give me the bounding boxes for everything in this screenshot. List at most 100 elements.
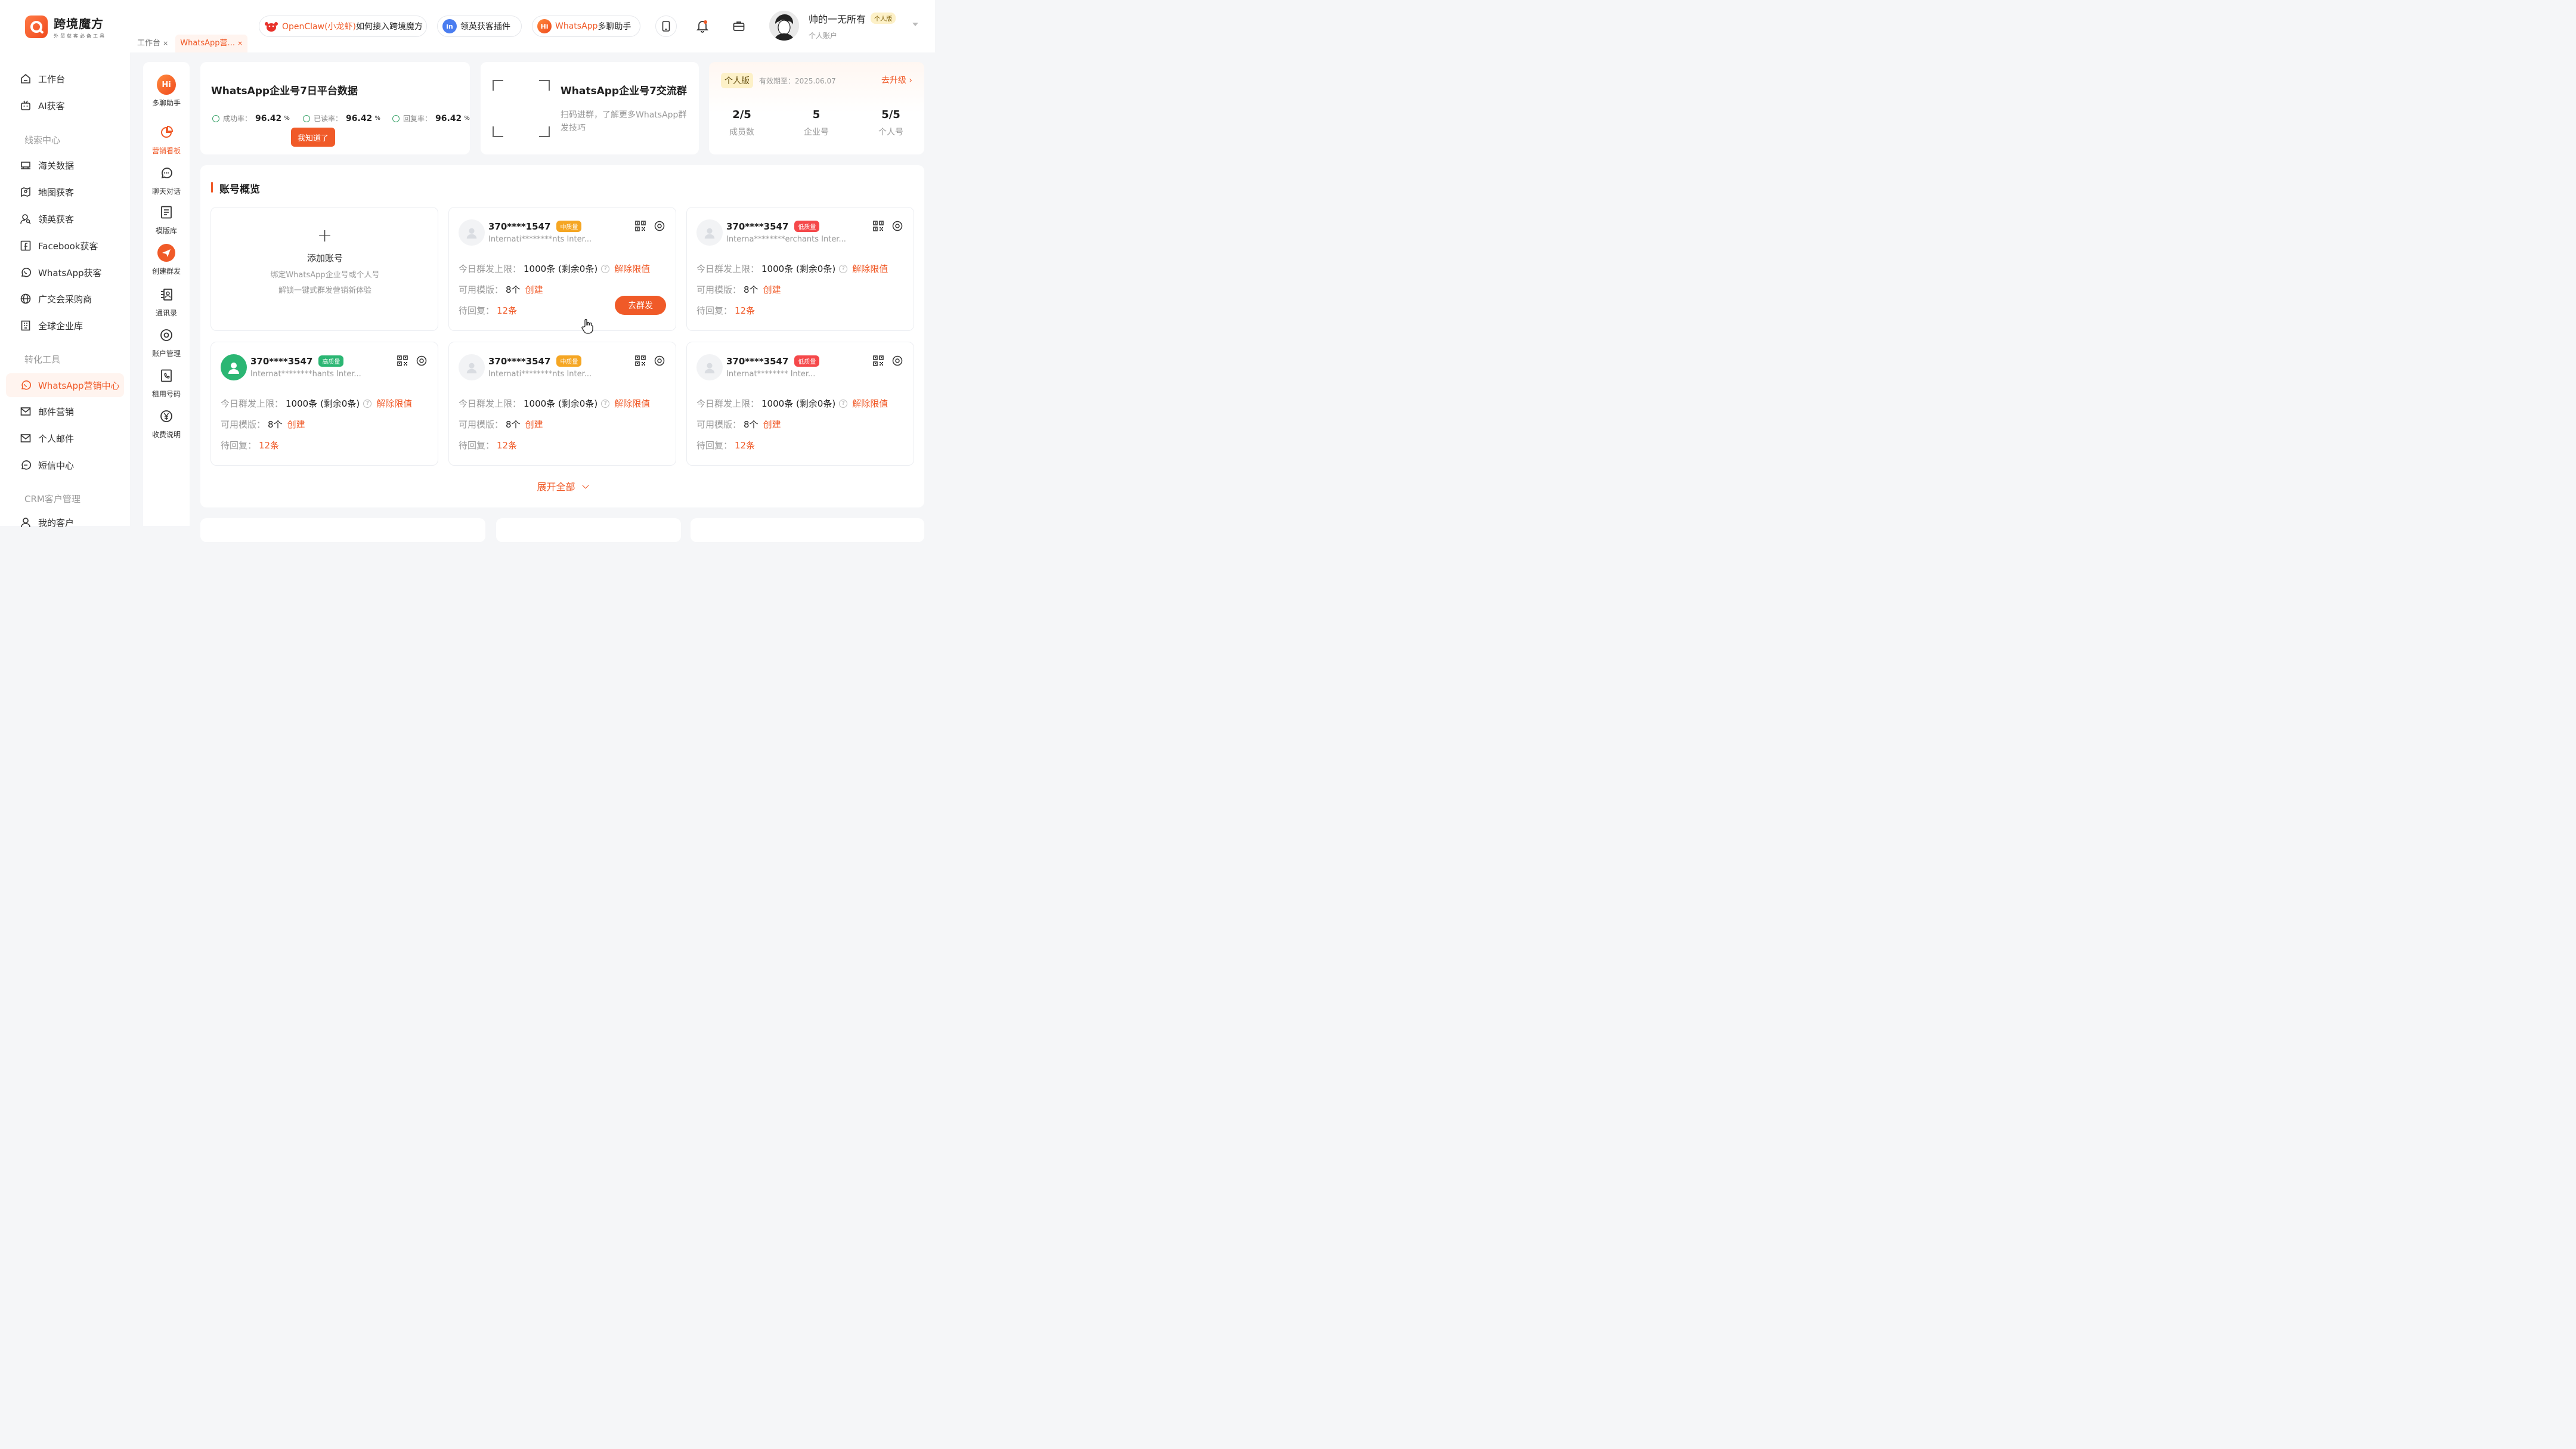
create-template-link[interactable]: 创建 — [525, 418, 543, 431]
subnav-chat[interactable]: 聊天对话 — [148, 163, 185, 196]
close-icon[interactable]: × — [163, 39, 168, 47]
pending-reply-row: 待回复： 12条 — [696, 304, 756, 317]
close-icon[interactable]: × — [237, 39, 243, 47]
sidebar-item-linkedin[interactable]: 领英获客 — [6, 207, 124, 231]
subnav-create-broadcast[interactable]: 创建群发 — [148, 243, 185, 276]
openclaw-guide-button[interactable]: OpenClaw(小龙虾) 如何接入跨境魔方 — [259, 16, 427, 37]
upgrade-link[interactable]: 去升级 › — [881, 74, 912, 86]
plan-badge: 个人版 — [871, 13, 896, 24]
qr-code-icon[interactable] — [635, 221, 646, 231]
account-phone: 370****3547 低质量 — [726, 355, 820, 367]
subnav-chat-assistant[interactable]: Hi 多聊助手 — [148, 75, 185, 108]
chevron-down-icon[interactable] — [912, 23, 918, 26]
add-account-card[interactable]: + 添加账号 绑定WhatsApp企业号或个人号 解锁一键式群发营销新体验 — [210, 207, 438, 331]
mobile-icon[interactable] — [655, 16, 677, 37]
sidebar-item-canton-fair[interactable]: 广交会采购商 — [6, 287, 124, 311]
qr-code-icon[interactable] — [873, 355, 884, 366]
group-qr-card: WhatsApp企业号7交流群 扫码进群，了解更多WhatsApp群发技巧 — [481, 62, 699, 154]
plan-badge: 个人版 — [721, 73, 753, 88]
subnav-contacts[interactable]: 通讯录 — [148, 285, 185, 318]
expand-all-button[interactable]: 展开全部 — [200, 479, 924, 493]
qr-code-icon[interactable] — [397, 355, 408, 366]
templates-row: 可用模版： 8个 创建 — [221, 418, 305, 431]
tab-workbench[interactable]: 工作台 × — [132, 35, 173, 52]
avatar — [696, 219, 723, 246]
sidebar-item-whatsapp-marketing[interactable]: WhatsApp营销中心 — [6, 373, 124, 397]
plan-card: 个人版 有效期至：2025.06.07 去升级 › 2/5 成员数 5 企业号 5/… — [709, 62, 924, 154]
sidebar-item-whatsapp[interactable]: WhatsApp获客 — [6, 261, 124, 284]
help-icon[interactable]: ? — [601, 264, 610, 273]
settings-icon[interactable] — [654, 355, 665, 366]
sidebar-item-ai[interactable]: AI获客 — [6, 94, 124, 117]
notification-bell-icon[interactable] — [692, 16, 713, 37]
pending-count[interactable]: 12条 — [259, 439, 279, 451]
settings-icon[interactable] — [892, 355, 903, 366]
sidebar-item-email-marketing[interactable]: 邮件营销 — [6, 400, 124, 423]
create-template-link[interactable]: 创建 — [287, 418, 305, 431]
sidebar-item-map[interactable]: 地图获客 — [6, 180, 124, 204]
bottom-card — [200, 518, 485, 542]
qr-code-icon[interactable] — [635, 355, 646, 366]
sidebar-item-workbench[interactable]: 工作台 — [6, 67, 124, 91]
unlock-limit-link[interactable]: 解除限值 — [376, 397, 412, 410]
pending-reply-row: 待回复： 12条 — [221, 439, 280, 451]
pending-count[interactable]: 12条 — [497, 439, 517, 451]
settings-icon[interactable] — [654, 221, 665, 231]
plus-icon: + — [317, 225, 333, 246]
pending-count[interactable]: 12条 — [735, 439, 755, 451]
user-menu[interactable]: 帅的一无所有 个人版 个人账户 — [769, 11, 896, 41]
pending-count[interactable]: 12条 — [497, 304, 517, 317]
help-icon[interactable]: ? — [363, 399, 372, 408]
hi-icon: Hi — [537, 19, 552, 33]
logo-icon — [25, 16, 48, 38]
subnav-rent-number[interactable]: 租用号码 — [148, 366, 185, 399]
help-icon[interactable]: ? — [601, 399, 610, 408]
tab-whatsapp-marketing[interactable]: WhatsApp营... × — [175, 35, 248, 52]
daily-limit-row: 今日群发上限： 1000条 (剩余0条)? 解除限值 — [696, 262, 888, 275]
create-template-link[interactable]: 创建 — [763, 283, 781, 296]
create-template-link[interactable]: 创建 — [525, 283, 543, 296]
account-type: 个人账户 — [809, 31, 838, 40]
unlock-limit-link[interactable]: 解除限值 — [614, 262, 650, 275]
toolbox-icon[interactable] — [728, 16, 750, 37]
unlock-limit-link[interactable]: 解除限值 — [852, 262, 888, 275]
plan-expiry: 有效期至：2025.06.07 — [759, 76, 836, 85]
account-card[interactable]: 370****3547 高质量 Internat********hants Int… — [210, 342, 438, 466]
account-phone: 370****1547 中质量 — [488, 221, 582, 232]
help-icon[interactable]: ? — [839, 264, 848, 273]
facebook-icon — [20, 240, 31, 251]
linkedin-plugin-button[interactable]: in 领英获客插件 — [437, 16, 522, 37]
account-organization: Interna********erchants Inter... — [726, 235, 846, 244]
unlock-limit-link[interactable]: 解除限值 — [852, 397, 888, 410]
help-icon[interactable]: ? — [839, 399, 848, 408]
whatsapp-assistant-button[interactable]: Hi WhatsApp 多聊助手 — [532, 16, 640, 37]
create-template-link[interactable]: 创建 — [763, 418, 781, 431]
account-card[interactable]: 370****3547 低质量 Internat******** Inter...… — [686, 342, 914, 466]
brand-logo[interactable]: 跨境魔方 外贸获客必备工具 — [25, 14, 106, 39]
sidebar-item-customs[interactable]: 海关数据 — [6, 153, 124, 177]
got-it-button[interactable]: 我知道了 — [291, 128, 335, 147]
pending-count[interactable]: 12条 — [735, 304, 755, 317]
sidebar-item-my-customers[interactable]: 我的客户 — [6, 510, 124, 534]
building-icon — [21, 320, 30, 331]
broadcast-button[interactable]: 去群发 — [615, 296, 666, 315]
account-card[interactable]: 370****3547 中质量 Internati********nts Inte… — [448, 342, 676, 466]
sidebar-item-sms[interactable]: 短信中心 — [6, 453, 124, 477]
settings-icon[interactable] — [416, 355, 427, 366]
quality-badge: 中质量 — [556, 355, 582, 367]
subnav-marketing-board[interactable]: 营销看板 — [148, 118, 185, 156]
subnav-templates[interactable]: 模版库 — [148, 203, 185, 236]
sidebar-item-personal-mail[interactable]: 个人邮件 — [6, 426, 124, 450]
read-rate: 已读率： 96.42% — [303, 113, 380, 123]
account-card[interactable]: 370****3547 低质量 Interna********erchants I… — [686, 207, 914, 331]
subnav-account-management[interactable]: 账户管理 — [148, 326, 185, 358]
qr-code-icon[interactable] — [873, 221, 884, 231]
settings-icon[interactable] — [892, 221, 903, 231]
unlock-limit-link[interactable]: 解除限值 — [614, 397, 650, 410]
sidebar-item-facebook[interactable]: Facebook获客 — [6, 234, 124, 258]
account-organization: Internati********nts Inter... — [488, 235, 592, 244]
sidebar-item-global-companies[interactable]: 全球企业库 — [6, 314, 124, 338]
account-card[interactable]: 370****1547 中质量 Internati********nts Inte… — [448, 207, 676, 331]
subnav-pricing[interactable]: 收费说明 — [148, 407, 185, 439]
whatsapp-icon — [21, 380, 31, 390]
